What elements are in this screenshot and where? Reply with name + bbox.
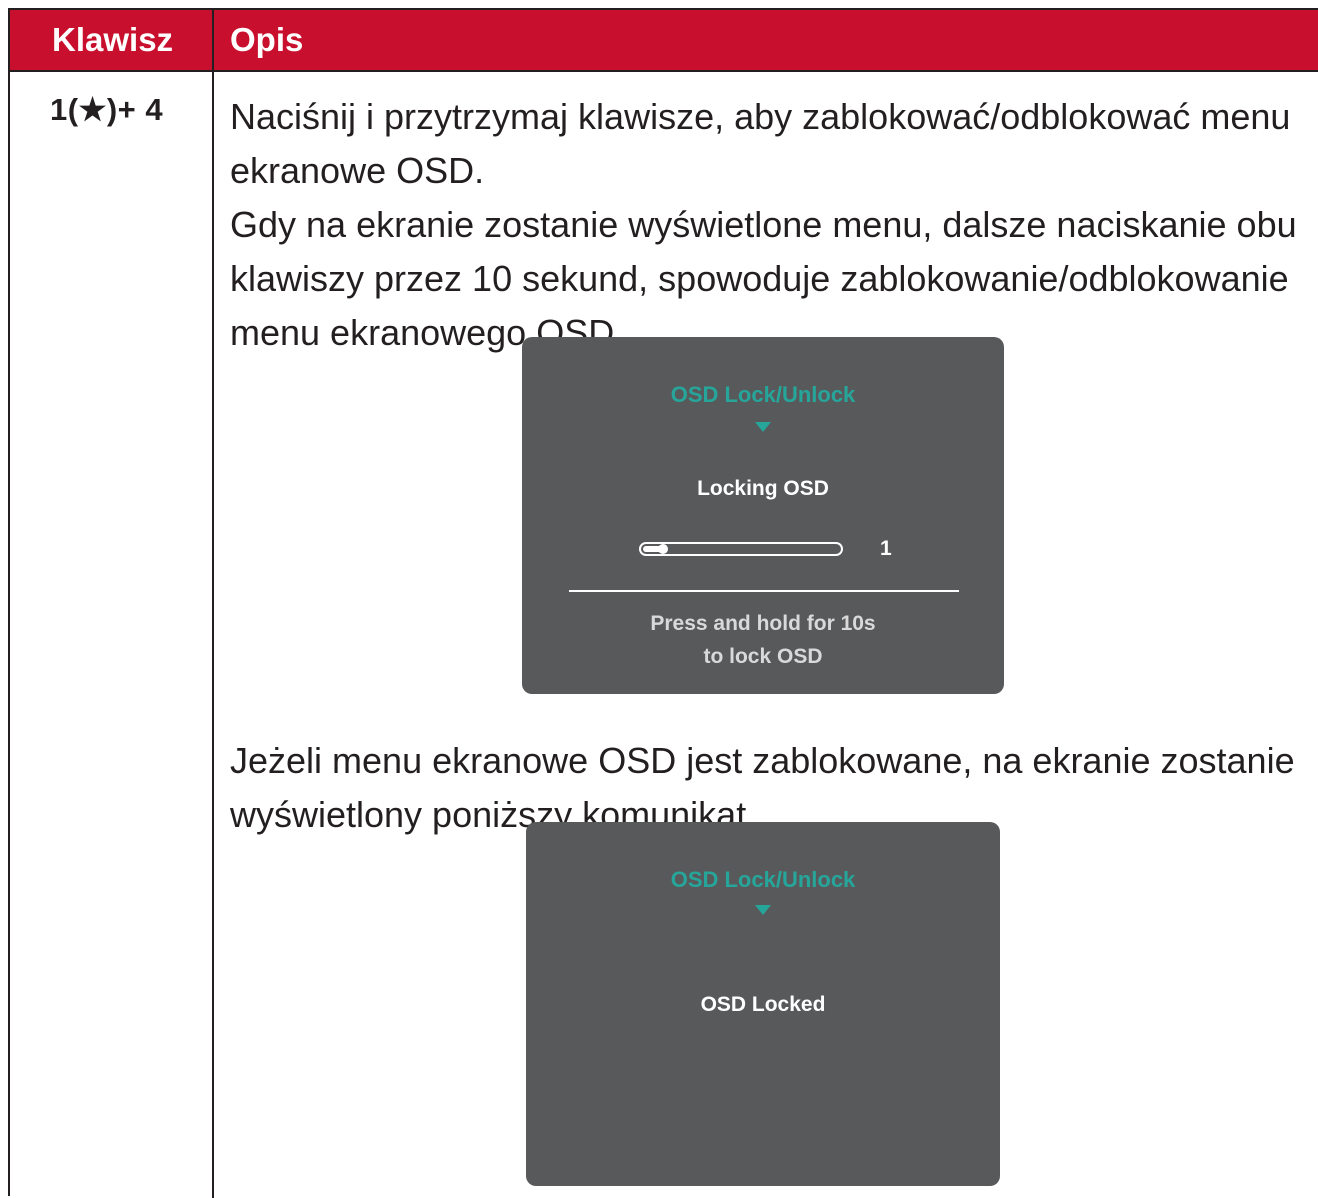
column-divider (212, 10, 214, 1198)
osd-locking-screen: OSD Lock/Unlock Locking OSD 1 Press and … (522, 337, 1004, 694)
header-description: Opis (230, 21, 304, 58)
description-paragraph-1: Naciśnij i przytrzymaj klawisze, aby zab… (230, 96, 1291, 191)
chevron-down-icon (755, 905, 771, 915)
progress-value: 1 (880, 537, 892, 560)
chevron-down-icon (755, 422, 771, 432)
header-key: Klawisz (52, 21, 174, 58)
progress-knob (657, 544, 668, 554)
osd-locked-screen: OSD Lock/Unlock OSD Locked (526, 822, 1000, 1186)
osd-title: OSD Lock/Unlock (670, 382, 856, 407)
osd-title: OSD Lock/Unlock (670, 867, 856, 892)
osd-hint-line-1: Press and hold for 10s (650, 612, 876, 635)
osd-status: Locking OSD (697, 477, 829, 500)
key-combination: 1(★)+ 4 (50, 92, 164, 127)
divider (569, 590, 959, 592)
osd-status: OSD Locked (700, 993, 826, 1016)
lock-progress-bar (639, 542, 843, 556)
description-paragraph-2: Gdy na ekranie zostanie wyświetlone menu… (230, 204, 1297, 353)
osd-hint-line-2: to lock OSD (703, 645, 823, 668)
table-header-row: Klawisz Opis (10, 10, 1318, 72)
